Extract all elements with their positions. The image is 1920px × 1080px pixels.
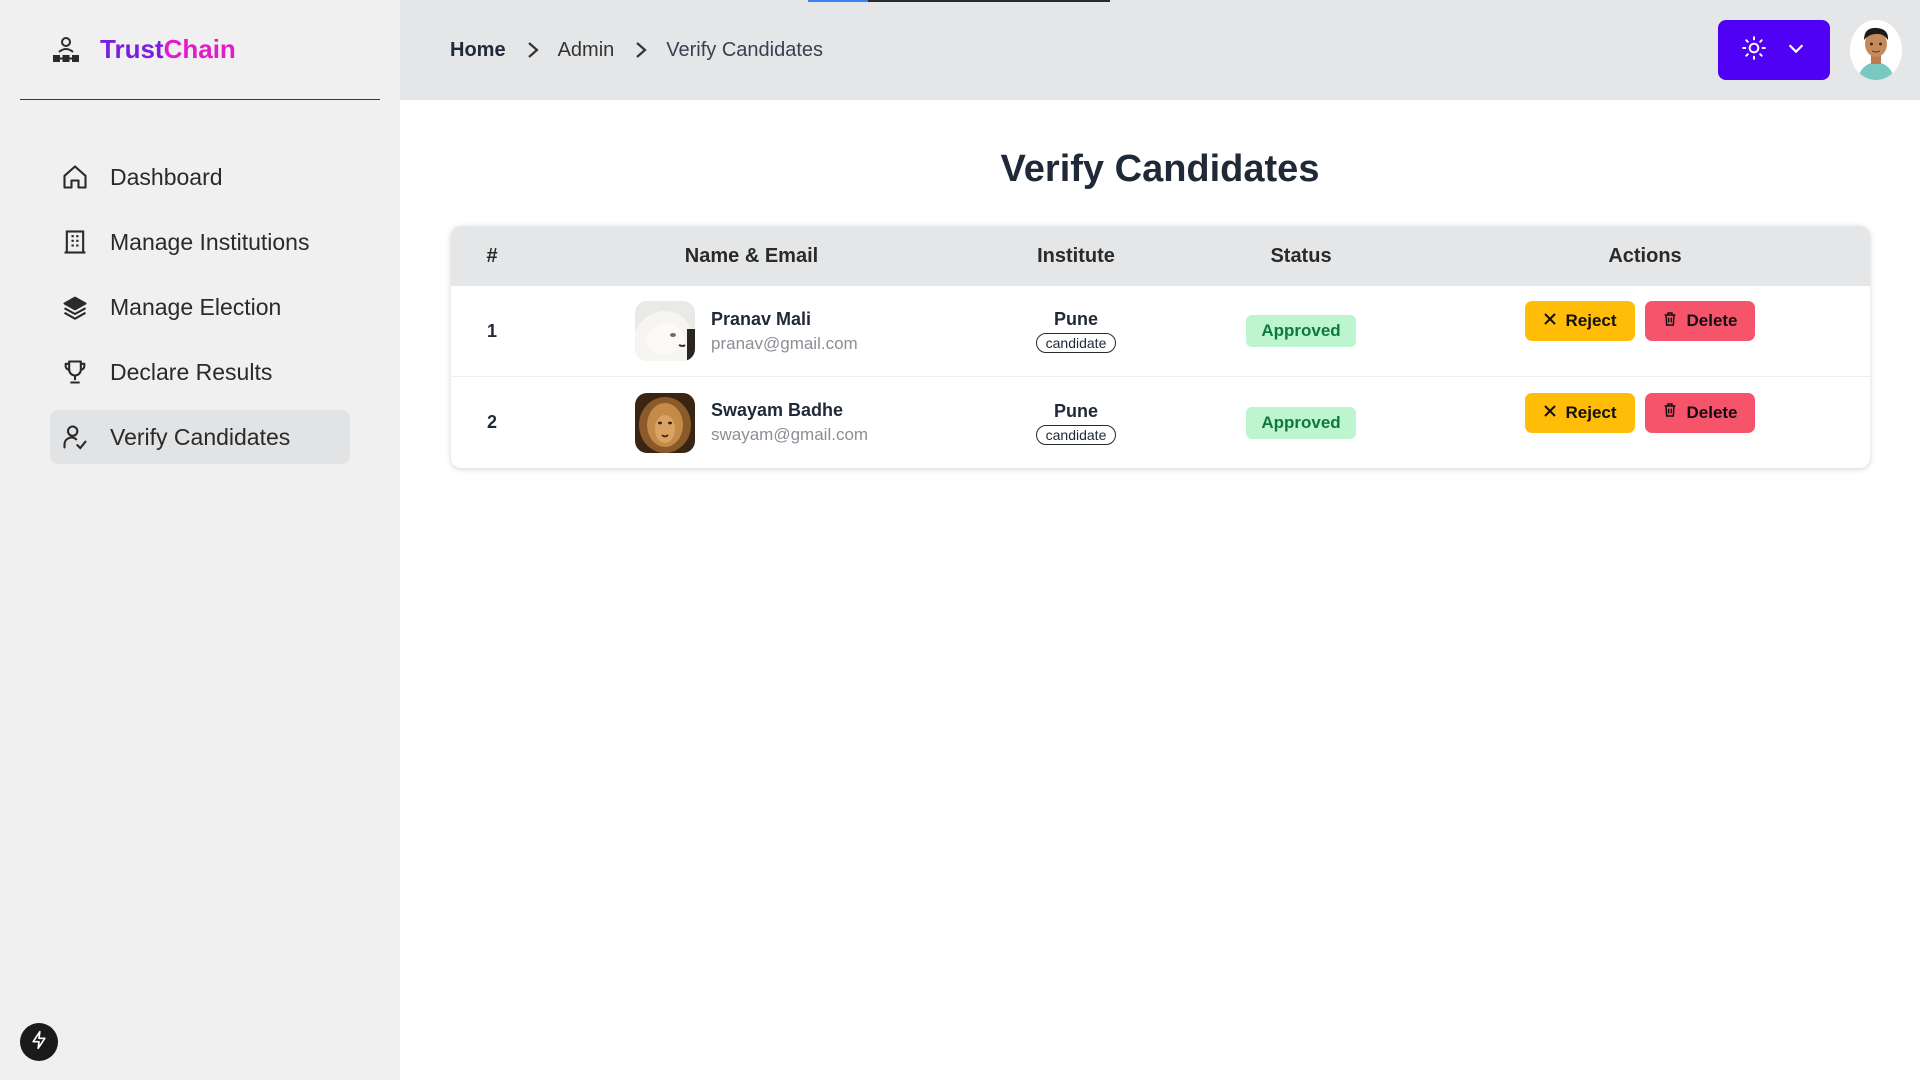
close-icon (1543, 403, 1557, 423)
actions-cell: Reject Delete (1420, 301, 1870, 341)
sidebar-item-manage-institutions[interactable]: Manage Institutions (50, 215, 350, 269)
delete-button-label: Delete (1686, 402, 1738, 422)
page-title: Verify Candidates (1000, 148, 1320, 190)
sidebar-item-label: Verify Candidates (110, 423, 291, 450)
sidebar-item-label: Declare Results (110, 358, 273, 385)
column-header-status: Status (1270, 244, 1332, 267)
status-badge: Approved (1246, 406, 1356, 439)
institute-cell: Pune candidate (970, 309, 1182, 353)
home-icon (60, 162, 90, 192)
table-row: 2 Swayam Badhe swayam@gmail.com Pune can… (451, 377, 1870, 468)
column-header-name-email: Name & Email (684, 244, 819, 267)
trophy-icon (60, 357, 90, 387)
chevron-right-icon (634, 40, 648, 60)
table-header: # Name & Email Institute Status Actions (451, 226, 1870, 286)
actions-cell: Reject Delete (1420, 392, 1870, 433)
sidebar-item-label: Manage Election (110, 293, 282, 320)
reject-button[interactable]: Reject (1525, 301, 1635, 341)
network-user-icon (50, 34, 82, 66)
sidebar: TrustChain Dashboard Manage Institutions… (0, 0, 400, 1080)
institute-cell: Pune candidate (970, 401, 1182, 445)
sidebar-nav: Dashboard Manage Institutions Manage Ele… (50, 150, 350, 475)
name-email-cell: Pranav Mali pranav@gmail.com (533, 301, 970, 361)
sidebar-item-declare-results[interactable]: Declare Results (50, 345, 350, 399)
candidate-email: swayam@gmail.com (711, 425, 869, 444)
institute-name: Pune (1053, 400, 1098, 421)
candidate-name: Pranav Mali (711, 308, 812, 329)
candidate-email: pranav@gmail.com (711, 333, 858, 353)
breadcrumb-home[interactable]: Home (450, 39, 506, 62)
name-email-text: Swayam Badhe swayam@gmail.com (711, 400, 868, 445)
brand-name-part2: Chain (163, 34, 236, 64)
loading-progress-bar (808, 0, 1110, 2)
layers-icon (60, 292, 90, 322)
candidates-table: # Name & Email Institute Status Actions … (451, 226, 1870, 468)
sidebar-item-dashboard[interactable]: Dashboard (50, 150, 350, 204)
chevron-down-icon (1785, 37, 1807, 64)
status-cell: Approved (1182, 406, 1420, 439)
column-header-actions: Actions (1608, 244, 1682, 267)
breadcrumb-current: Verify Candidates (666, 38, 824, 61)
row-number: 1 (486, 320, 497, 341)
user-avatar[interactable] (1850, 20, 1902, 80)
role-badge: candidate (1035, 424, 1117, 445)
topbar: Home Admin Verify Candidates (400, 0, 1920, 100)
sidebar-item-label: Manage Institutions (110, 228, 310, 255)
user-check-icon (60, 422, 90, 452)
sidebar-item-label: Dashboard (110, 163, 223, 190)
building-icon (60, 227, 90, 257)
name-email-cell: Swayam Badhe swayam@gmail.com (533, 392, 970, 453)
breadcrumb: Home Admin Verify Candidates (450, 0, 823, 100)
column-header-institute: Institute (1037, 244, 1115, 267)
status-cell: Approved (1182, 315, 1420, 347)
candidate-name: Swayam Badhe (711, 400, 844, 420)
close-icon (1543, 311, 1557, 331)
breadcrumb-admin[interactable]: Admin (558, 39, 615, 62)
sun-icon (1741, 35, 1767, 66)
candidate-avatar (635, 301, 695, 361)
chevron-right-icon (526, 40, 540, 60)
sidebar-item-verify-candidates[interactable]: Verify Candidates (50, 410, 350, 464)
delete-button[interactable]: Delete (1645, 301, 1755, 341)
reject-button[interactable]: Reject (1525, 392, 1635, 433)
brand-name-part1: Trust (100, 34, 164, 64)
trash-icon (1662, 402, 1678, 423)
table-row: 1 Pranav Mali pranav@gmail.com Pune cand… (451, 286, 1870, 377)
role-badge: candidate (1035, 333, 1117, 353)
trash-icon (1662, 311, 1678, 332)
brand-name: TrustChain (100, 34, 236, 65)
sidebar-item-manage-election[interactable]: Manage Election (50, 280, 350, 334)
lightning-button[interactable] (20, 1023, 58, 1061)
name-email-text: Pranav Mali pranav@gmail.com (711, 309, 858, 354)
candidate-avatar (635, 392, 695, 453)
reject-button-label: Reject (1565, 402, 1617, 422)
theme-toggle-button[interactable] (1718, 20, 1830, 80)
lightning-icon (29, 1030, 49, 1055)
delete-button-label: Delete (1686, 311, 1738, 330)
status-badge: Approved (1246, 315, 1356, 347)
institute-name: Pune (1053, 309, 1098, 329)
row-number: 2 (486, 412, 497, 432)
reject-button-label: Reject (1565, 311, 1617, 330)
brand[interactable]: TrustChain (20, 0, 380, 100)
column-header-number: # (486, 244, 498, 267)
delete-button[interactable]: Delete (1645, 392, 1755, 433)
